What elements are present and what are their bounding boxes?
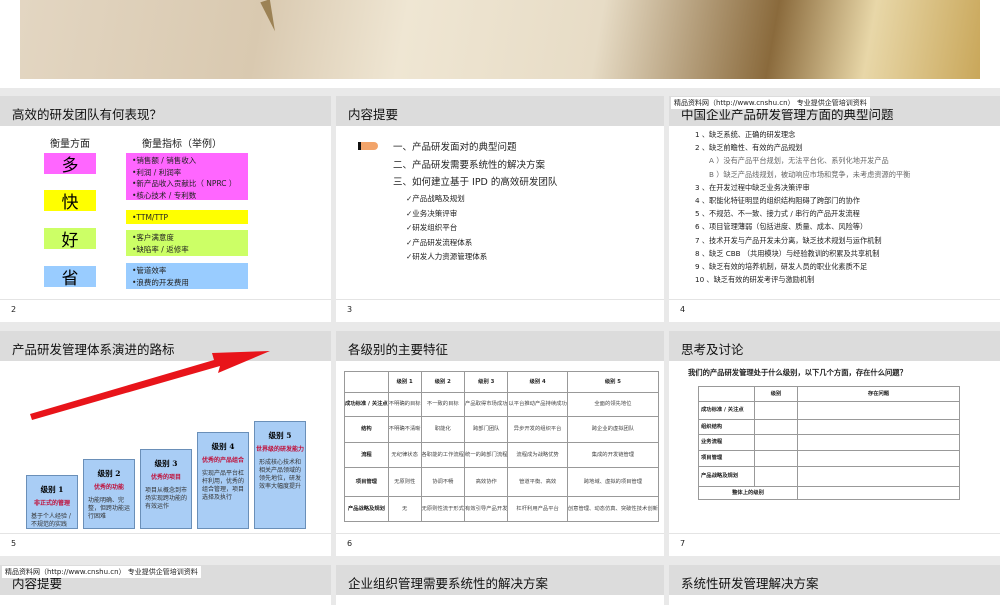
metrics-save: •管道效率 •浪费的开发费用 [126,263,248,289]
slide-thumbnail-8[interactable]: 内容提要 精品资料网（http://www.cnshu.cn） 专业提供企管培训… [0,565,331,605]
watermark-banner: 精品资料网（http://www.cnshu.cn） 专业提供企管培训资料 [671,97,870,109]
cover-photo [20,0,980,79]
slide-title: 系统性研发管理解决方案 [669,565,1000,595]
table-row: 项目管理 [698,450,960,467]
discussion-question: 我们的产品研发管理处于什么级别，以下几个方面，存在什么问题？ [688,368,907,377]
metric: •客户满意度 [132,233,174,242]
level-characteristics-table: 级别 1 级别 2 级别 3 级别 4 级别 5 成功标准 / 关注点 不明确的目标 不一致… [344,371,660,522]
level-step-5: 级别 5 世界级的研发能力 形成核心技术和相关产品领域的领先地位，研发效率大幅度提升 [254,421,306,529]
agenda-item: 三、如何建立基于 IPD 的高效研发团队 [393,177,558,188]
agenda-subitem: ✓研发组织平台 [406,223,458,232]
aspect-save: 省 [44,266,96,289]
issue-item: A ）没有产品平台规划，无法平台化、系列化地开发产品 [709,156,889,166]
issue-item: 5 、不规范、不一致、接力式 / 串行的产品开发流程 [695,209,860,219]
aspect-more: 多 [44,153,96,176]
metrics-fast: •TTM/TTP [126,210,248,224]
pen-tip-icon [260,0,280,33]
pointing-hand-icon [358,142,378,150]
issue-item: 9 、缺乏有效的培养机制，研发人员的职业化素质不足 [695,262,868,272]
issue-item: B ）缺乏产品线规划，被动响应市场和竞争，未考虑资源的平衡 [709,169,911,179]
table-row: 组织结构 [698,419,960,435]
agenda-subitem: ✓产品研发流程体系 [406,237,473,247]
table-row: 成功标准 / 关注点 不明确的目标 不一致的目标 产品取得市场成功 以平台推动产品持续成… [344,392,660,417]
slide-thumbnail-6[interactable]: 各级别的主要特征 级别 1 级别 2 级别 3 级别 4 级别 5 成功标准 / 关注点… [336,331,664,556]
table-row: 业务流程 [698,434,960,451]
issue-item: 8 、缺乏 CBB （共用模块）与经验教训的积累及共享机制 [695,248,880,258]
level-step-2: 级别 2 优秀的功能 功能明确、完整，但跨功能运行困难 [83,459,135,529]
metric: •核心技术 / 专利数 [132,190,197,200]
slide-thumbnail-7[interactable]: 思考及讨论 我们的产品研发管理处于什么级别，以下几个方面，存在什么问题？ 级别存… [669,331,1000,556]
table-row: 流程 无纪律状态 各职能的工作流程 统一的跨部门流程 流程成为战略优势 集成的开发链管理 [344,442,660,468]
issue-item: 10 、缺乏有效的研发考评与激励机制 [695,275,815,285]
slide-thumbnail-10[interactable]: 系统性研发管理解决方案 [669,565,1000,605]
agenda-subitem: ✓业务决策评审 [406,208,458,218]
slide-thumbnail-9[interactable]: 企业组织管理需要系统性的解决方案 [336,565,664,605]
metrics-good: •客户满意度 •缺陷率 / 返修率 [126,230,248,256]
table-row: 成功标准 / 关注点 [698,401,960,420]
agenda-item: 二、产品研发需要系统性的解决方案 [393,159,546,171]
slide-title: 思考及讨论 [669,331,1000,361]
table-header-row: 级别 1 级别 2 级别 3 级别 4 级别 5 [344,371,660,393]
agenda-item: 一、产品研发面对的典型问题 [393,142,517,153]
issue-item: 1 、缺乏系统、正确的研发理念 [695,130,796,139]
column-header-aspect: 衡量方面 [50,139,90,150]
table-row: 产品战略及规划 [698,466,960,487]
column-header-metrics: 衡量指标（举例） [142,139,222,150]
issue-item: 7 、技术开发与产品开发未分离，缺乏技术规划与运作机制 [695,235,882,245]
table-row: 项目管理 无原则性 协调不畅 高效协作 管道平衡、高效 跨地域、虚拟的项目管理 [344,467,660,497]
slide-number: 5 [11,539,17,548]
slide-number: 4 [680,305,686,314]
slide-title: 内容提要 [336,96,664,126]
metric: •浪费的开发费用 [132,277,189,287]
metric: •新产品收入贡献比（ NPRC ） [132,179,237,188]
slide-title: 各级别的主要特征 [336,331,664,361]
agenda-subitem: ✓研发人力资源管理体系 [406,252,488,261]
slide-number: 2 [11,305,17,314]
slide-thumbnail-2[interactable]: 高效的研发团队有何表现？ 衡量方面 衡量指标（举例） 多 快 好 省 •销售额 … [0,96,331,322]
slide-number: 6 [347,539,353,548]
level-step-1: 级别 1 非正式的管理 基于个人经验 / 不规范的实践 [26,475,78,529]
slide-title: 高效的研发团队有何表现？ [0,96,331,126]
table-row: 结构 不明确不清晰 职能化 跨部门团队 异步开发的组织平台 跨企业的虚拟团队 [344,416,660,443]
table-row: 整体上的级别 [698,486,960,500]
metric: •销售额 / 销售收入 [132,156,197,165]
metric: •管道效率 [132,266,167,275]
metric: •缺陷率 / 返修率 [132,244,189,254]
metric: •利润 / 利润率 [132,167,182,177]
issue-item: 2 、缺乏前瞻性、有效的产品规划 [695,143,803,153]
discussion-table: 级别 存在问题 成功标准 / 关注点 组织结构 业务流程 项目管理 产品战略及规划… [698,386,960,500]
issue-item: 3 、在开发过程中缺乏业务决策评审 [695,182,810,192]
aspect-fast: 快 [44,190,96,213]
metrics-more: •销售额 / 销售收入 •利润 / 利润率 •新产品收入贡献比（ NPRC ） •核心… [126,153,248,200]
slide-number: 3 [347,305,353,314]
slide-thumbnail-3[interactable]: 内容提要 一、产品研发面对的典型问题 二、产品研发需要系统性的解决方案 三、如何… [336,96,664,322]
level-step-3: 级别 3 优秀的项目 项目从概念到市场实现跨功能的有效运作 [140,449,192,529]
table-row: 产品战略及规划无无原则性流于形式 有效引导产品开发 杠杆利用产品平台 创意管理、动态仿… [344,496,660,522]
slide-title: 企业组织管理需要系统性的解决方案 [336,565,664,595]
agenda-subitem: ✓产品战略及规划 [406,194,465,203]
slide-number: 7 [680,539,686,548]
slide-thumbnail-5[interactable]: 产品研发管理体系演进的路标 级别 1 非正式的管理 基于个人经验 / 不规范的实践 … [0,331,331,556]
issue-item: 4 、职能化特征明显的组织结构阻碍了跨部门的协作 [695,196,860,206]
watermark-banner: 精品资料网（http://www.cnshu.cn） 专业提供企管培训资料 [2,566,201,578]
level-step-4: 级别 4 优秀的产品组合 实现产品平台杠杆利用，优秀的组合管理，项目选择及执行 [197,432,249,529]
slide-thumbnail-4[interactable]: 中国企业产品研发管理方面的典型问题 精品资料网（http://www.cnshu… [669,96,1000,322]
aspect-good: 好 [44,228,96,251]
slide-thumbnail-1[interactable] [0,0,1000,88]
metric: •TTM/TTP [132,213,169,222]
issue-item: 6 、项目管理薄弱（包括进度、质量、成本、风险等） [695,222,868,232]
